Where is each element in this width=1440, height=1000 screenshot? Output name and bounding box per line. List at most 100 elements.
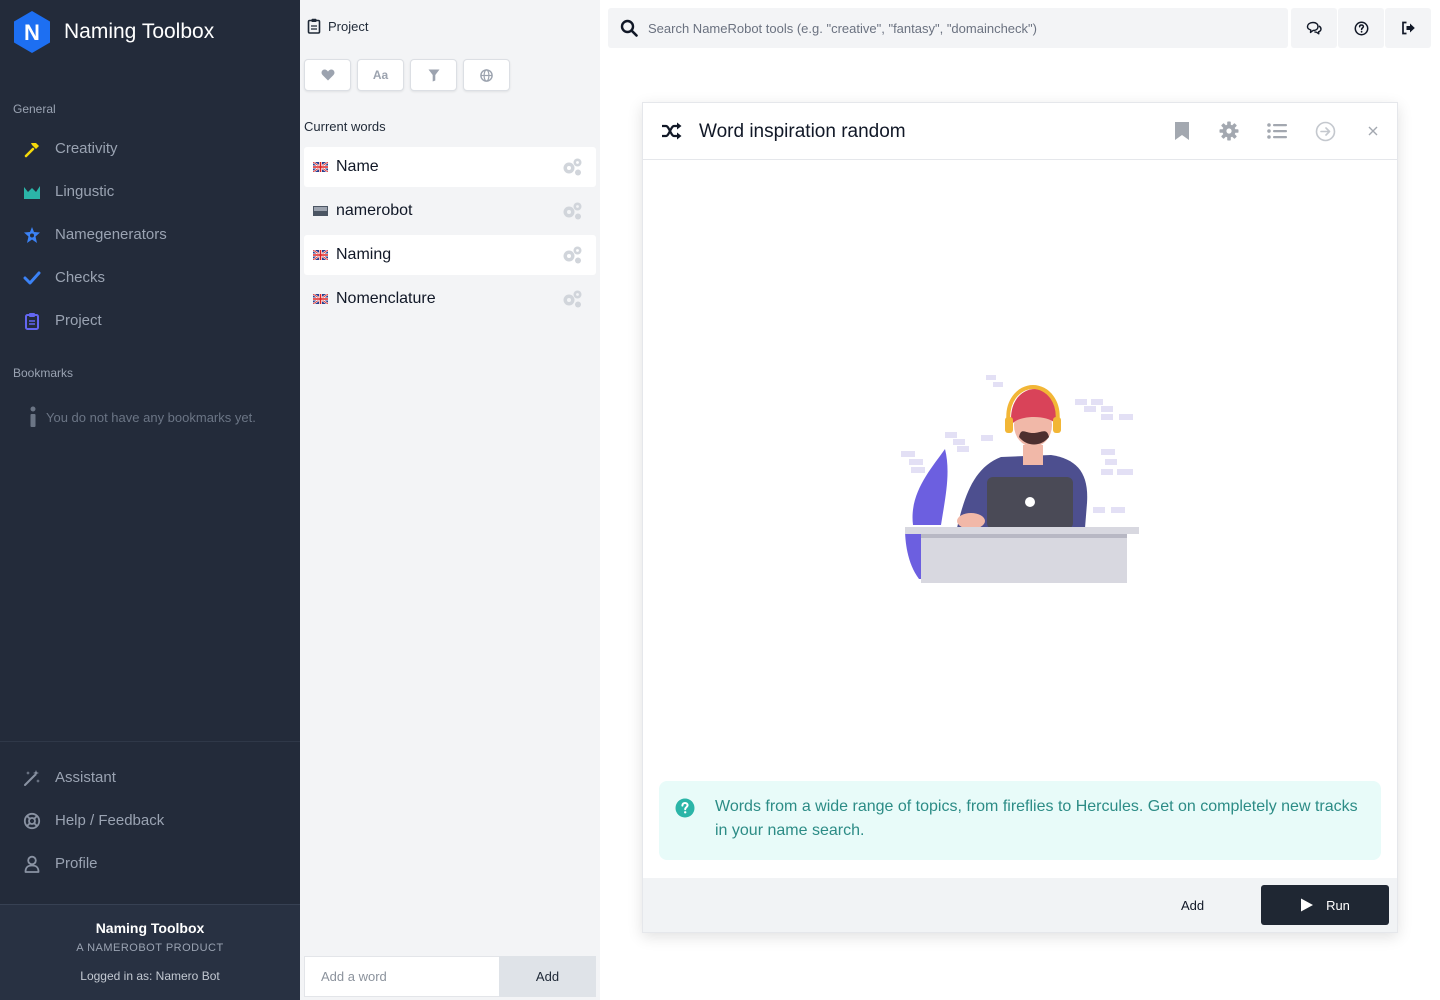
nav-label: Checks [55, 269, 106, 286]
tool-description-box: Words from a wide range of topics, from … [659, 781, 1381, 860]
project-title: Project [328, 18, 369, 34]
close-icon[interactable] [1362, 120, 1384, 142]
logo-hexagon-icon: N [14, 11, 50, 53]
gears-icon[interactable] [561, 289, 583, 309]
settings-gear-icon[interactable] [1218, 120, 1240, 142]
footer-title: Naming Toolbox [95, 920, 205, 936]
bookmarks-empty-message: You do not have any bookmarks yet. [26, 406, 256, 428]
nav-label: Project [55, 312, 102, 329]
filter-icon [428, 69, 439, 81]
list-icon[interactable] [1266, 120, 1288, 142]
gears-icon[interactable] [561, 157, 583, 177]
arrow-circle-right-icon[interactable] [1314, 120, 1336, 142]
heart-icon [321, 69, 334, 81]
generic-flag-icon [313, 206, 328, 216]
word-text: Name [336, 158, 379, 175]
chat-icon [1306, 21, 1322, 35]
favorites-filter-button[interactable] [304, 59, 351, 91]
add-button[interactable]: Add [1181, 898, 1204, 913]
uk-flag-icon [313, 294, 328, 304]
add-word-button[interactable]: Add [499, 956, 596, 997]
logo-letter: N [24, 20, 40, 45]
list-item-word[interactable]: Naming [304, 235, 596, 275]
logged-in-user: Logged in as: Namero Bot [80, 969, 220, 983]
section-label-bookmarks: Bookmarks [13, 366, 74, 380]
nav-item-checks[interactable]: Checks [0, 256, 300, 299]
info-icon [30, 406, 36, 427]
nav-item-creativity[interactable]: Creativity [0, 127, 300, 170]
gears-icon[interactable] [561, 245, 583, 265]
nav-label: Help / Feedback [55, 812, 165, 829]
tool-card-footer: Add Run [643, 878, 1397, 932]
list-item-word[interactable]: Nomenclature [304, 279, 596, 319]
clipboard-icon [307, 18, 321, 34]
nav-item-assistant[interactable]: Assistant [0, 756, 300, 799]
list-item-word[interactable]: Name [304, 147, 596, 187]
add-word-form: Add [304, 956, 596, 997]
nav-label: Lingustic [55, 183, 115, 200]
lifebuoy-icon [22, 811, 42, 831]
logout-icon [1401, 21, 1415, 35]
help-circle-icon [1354, 21, 1368, 35]
nav-item-help-feedback[interactable]: Help / Feedback [0, 799, 300, 842]
section-label-general: General [13, 102, 56, 116]
chat-button[interactable] [1291, 8, 1337, 48]
app-title: Naming Toolbox [64, 20, 215, 43]
nav-label: Creativity [55, 140, 118, 157]
nav-item-profile[interactable]: Profile [0, 842, 300, 885]
filter-button[interactable] [410, 59, 457, 91]
chart-icon [22, 182, 42, 202]
nav-label: Namegenerators [55, 226, 167, 243]
font-case-filter-button[interactable]: Aa [357, 59, 404, 91]
search-input[interactable] [648, 20, 1268, 36]
nav-label: Assistant [55, 769, 116, 786]
magic-wand-icon [22, 768, 42, 788]
tool-card: Word inspiration random Words from a wid… [642, 102, 1398, 933]
nav-item-namegenerators[interactable]: Namegenerators [0, 213, 300, 256]
sidebar: N Naming Toolbox General Creativity Ling… [0, 0, 300, 1000]
person-at-laptop-illustration [901, 375, 1139, 583]
check-icon [22, 268, 42, 288]
play-icon [1301, 898, 1314, 912]
add-word-input[interactable] [304, 956, 499, 997]
word-text: Nomenclature [336, 290, 436, 307]
star-badge-icon [22, 225, 42, 245]
list-item-word[interactable]: namerobot [304, 191, 596, 231]
gears-icon[interactable] [561, 201, 583, 221]
filter-toolbar: Aa [304, 59, 516, 91]
sidebar-divider [0, 741, 300, 742]
clipboard-icon [22, 311, 42, 331]
word-list: Name namerobot Naming Nomenclature [304, 147, 596, 323]
run-button[interactable]: Run [1261, 885, 1389, 925]
globe-icon [480, 68, 493, 82]
bottom-nav: Assistant Help / Feedback Profile [0, 756, 300, 885]
question-circle-icon [675, 798, 695, 818]
shuffle-icon [661, 120, 683, 142]
font-case-icon: Aa [372, 68, 389, 82]
uk-flag-icon [313, 250, 328, 260]
word-text: Naming [336, 246, 392, 263]
nav-item-project[interactable]: Project [0, 299, 300, 342]
uk-flag-icon [313, 162, 328, 172]
app-logo[interactable]: N Naming Toolbox [12, 10, 214, 54]
tool-search-bar [608, 8, 1288, 48]
tool-description-text: Words from a wide range of topics, from … [715, 798, 1358, 839]
nav-label: Profile [55, 855, 98, 872]
bookmarks-empty-text: You do not have any bookmarks yet. [46, 409, 256, 425]
logout-button[interactable] [1385, 8, 1431, 48]
tool-title: Word inspiration random [699, 121, 906, 142]
word-text: namerobot [336, 202, 413, 219]
current-words-label: Current words [304, 119, 386, 134]
footer-subtitle: A NAMEROBOT PRODUCT [76, 942, 224, 954]
bookmark-icon[interactable] [1171, 120, 1193, 142]
project-header: Project [307, 18, 368, 34]
tool-card-header: Word inspiration random [643, 103, 1397, 160]
hammer-icon [22, 139, 42, 159]
run-label: Run [1326, 897, 1350, 913]
help-button[interactable] [1338, 8, 1384, 48]
language-filter-button[interactable] [463, 59, 510, 91]
nav-item-lingustic[interactable]: Lingustic [0, 170, 300, 213]
sidebar-footer: Naming Toolbox A NAMEROBOT PRODUCT Logge… [0, 904, 300, 1000]
search-icon [620, 19, 638, 37]
user-icon [22, 854, 42, 874]
